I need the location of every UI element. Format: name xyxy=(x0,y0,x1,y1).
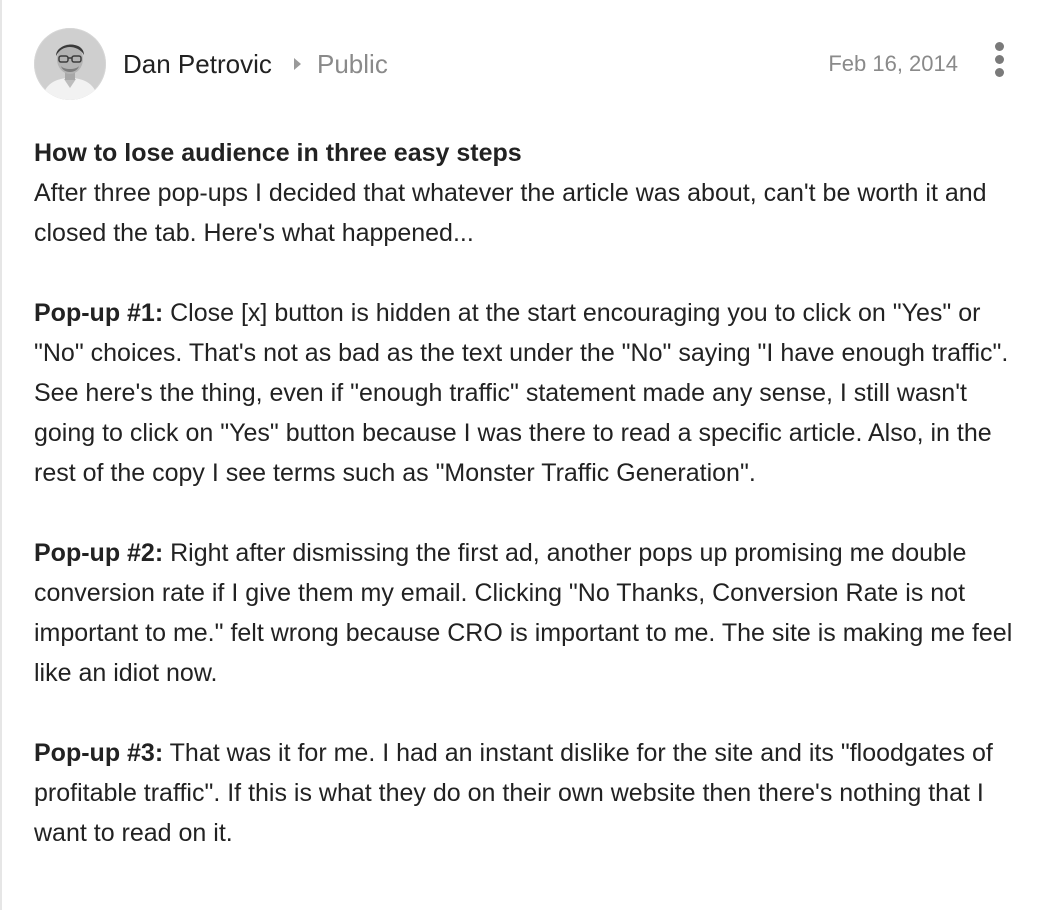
author-name[interactable]: Dan Petrovic xyxy=(123,48,272,80)
post-visibility[interactable]: Public xyxy=(317,48,388,80)
popup-paragraph-2: Pop-up #2: Right after dismissing the fi… xyxy=(34,533,1034,693)
popup-text: Close [x] button is hidden at the start … xyxy=(34,299,1009,487)
more-dot xyxy=(995,55,1004,64)
popup-label: Pop-up #1: xyxy=(34,299,164,327)
caret-right-icon xyxy=(294,58,301,70)
popup-label: Pop-up #3: xyxy=(34,739,164,767)
post-body: How to lose audience in three easy steps… xyxy=(34,133,1034,853)
post-intro: After three pop-ups I decided that whate… xyxy=(34,179,987,247)
popup-paragraph-1: Pop-up #1: Close [x] button is hidden at… xyxy=(34,293,1034,493)
post-date[interactable]: Feb 16, 2014 xyxy=(828,50,958,78)
more-dot xyxy=(995,68,1004,77)
popup-paragraph-3: Pop-up #3: That was it for me. I had an … xyxy=(34,733,1034,853)
post-header: Dan Petrovic Public Feb 16, 2014 xyxy=(34,28,1024,100)
author-avatar[interactable] xyxy=(34,28,106,100)
post-title: How to lose audience in three easy steps xyxy=(34,139,522,167)
more-options-button[interactable] xyxy=(990,42,1010,78)
popup-label: Pop-up #2: xyxy=(34,539,164,567)
popup-text: That was it for me. I had an instant dis… xyxy=(34,739,993,847)
more-vertical-icon xyxy=(995,42,1004,51)
popup-text: Right after dismissing the first ad, ano… xyxy=(34,539,1013,687)
left-border xyxy=(0,0,2,910)
avatar-photo-icon xyxy=(34,28,106,100)
